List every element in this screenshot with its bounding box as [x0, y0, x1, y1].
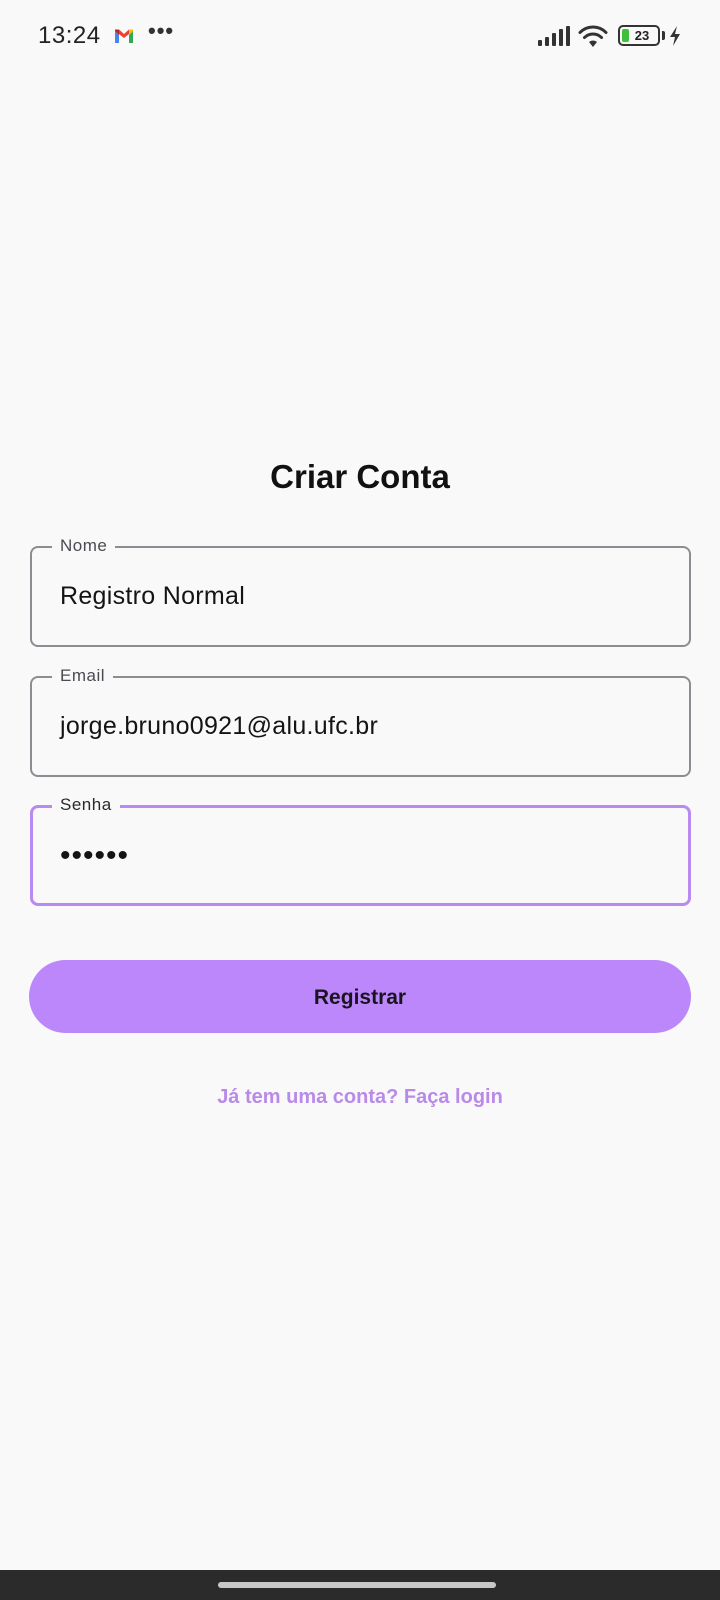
- gmail-icon: [115, 29, 133, 43]
- email-field-label: Email: [52, 664, 114, 688]
- home-indicator[interactable]: [218, 1582, 496, 1588]
- name-field-value[interactable]: Registro Normal: [60, 582, 245, 611]
- password-field-value[interactable]: ••••••: [60, 841, 129, 871]
- password-field[interactable]: Senha ••••••: [30, 793, 691, 906]
- register-button[interactable]: Registrar: [29, 960, 691, 1033]
- wifi-icon: [578, 25, 608, 47]
- status-bar: 13:24 ••• 23: [0, 0, 720, 72]
- more-notifications-icon: •••: [148, 18, 175, 43]
- charging-icon: [670, 26, 680, 46]
- name-field-label: Nome: [52, 534, 116, 558]
- password-field-label: Senha: [52, 793, 120, 817]
- name-field[interactable]: Nome Registro Normal: [30, 534, 691, 647]
- navigation-bar: [0, 1570, 720, 1600]
- battery-cap: [662, 31, 665, 40]
- battery-level: 23: [634, 28, 650, 43]
- email-field[interactable]: Email jorge.bruno0921@alu.ufc.br: [30, 664, 691, 777]
- email-field-value[interactable]: jorge.bruno0921@alu.ufc.br: [60, 712, 378, 741]
- page-title: Criar Conta: [270, 458, 450, 495]
- battery-icon: 23: [618, 25, 660, 46]
- login-link[interactable]: Já tem uma conta? Faça login: [0, 1086, 720, 1109]
- signal-icon: [538, 26, 570, 46]
- battery-fill: [622, 29, 629, 42]
- status-time: 13:24: [38, 22, 101, 49]
